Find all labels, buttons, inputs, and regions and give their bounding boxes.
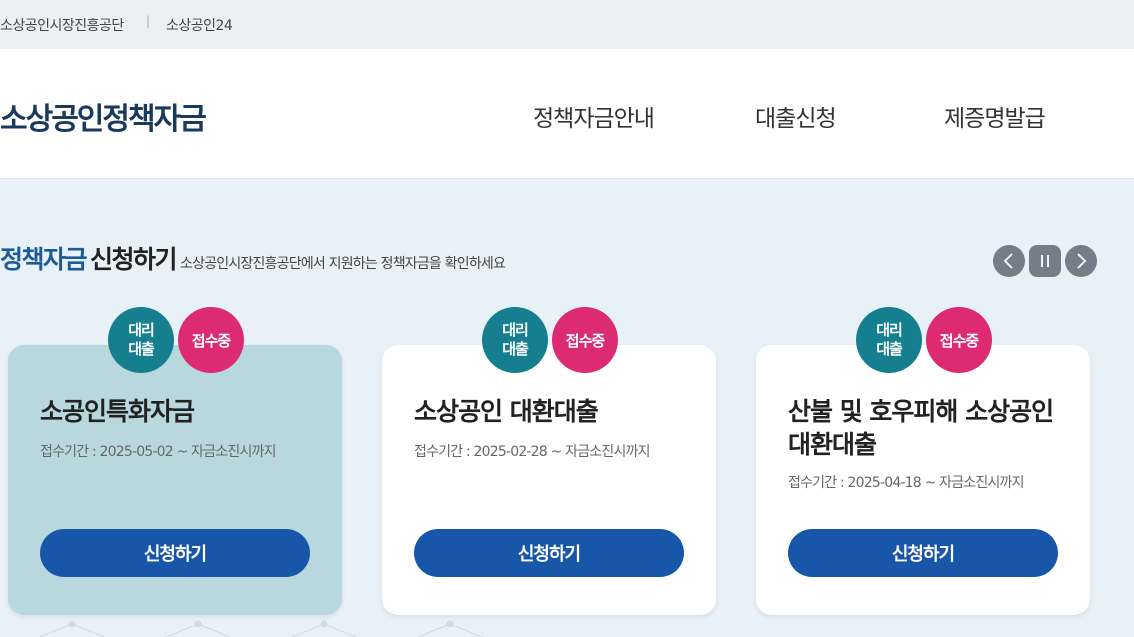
loan-card-period: 접수기간 : 2025-02-28 ~ 자금소진시까지 — [414, 444, 651, 460]
chevron-left-icon — [1003, 253, 1013, 269]
section-heading: 정책자금 신청하기 소상공인시장진흥공단에서 지원하는 정책자금을 확인하세요 — [0, 240, 506, 276]
top-utility-bar: 소상공인시장진흥공단 | 소상공인24 — [0, 0, 1134, 49]
loan-card-period: 접수기간 : 2025-04-18 ~ 자금소진시까지 — [788, 475, 1025, 491]
portal-link[interactable]: 소상공인24 — [166, 15, 233, 35]
org-link[interactable]: 소상공인시장진흥공단 — [0, 15, 124, 35]
section-description: 소상공인시장진흥공단에서 지원하는 정책자금을 확인하세요 — [180, 256, 506, 272]
status-badge: 접수중 — [552, 307, 618, 373]
nav-item-loan-application[interactable]: 대출신청 — [755, 99, 837, 133]
loan-card[interactable]: 소상공인 대환대출 접수기간 : 2025-02-28 ~ 자금소진시까지 신청… — [382, 345, 716, 615]
proxy-loan-badge: 대리 대출 — [482, 307, 548, 373]
apply-button[interactable]: 신청하기 — [40, 529, 310, 577]
proxy-loan-badge: 대리 대출 — [856, 307, 922, 373]
loan-card[interactable]: 소공인특화자금 접수기간 : 2025-05-02 ~ 자금소진시까지 신청하기 — [8, 345, 342, 615]
chevron-right-icon — [1077, 253, 1087, 269]
site-logo[interactable]: 소상공인정책자금 — [0, 94, 207, 138]
status-badge: 접수중 — [178, 307, 244, 373]
loan-card-title: 소공인특화자금 — [40, 397, 195, 426]
status-badge: 접수중 — [926, 307, 992, 373]
loan-card-title: 소상공인 대환대출 — [414, 397, 599, 426]
section-title-rest: 신청하기 — [90, 245, 178, 274]
proxy-loan-badge: 대리 대출 — [108, 307, 174, 373]
loan-card-title: 산불 및 호우피해 소상공인 대환대출 — [788, 397, 1054, 459]
pause-icon — [1041, 255, 1049, 267]
site-header: 소상공인정책자금 정책자금안내 대출신청 제증명발급 — [0, 49, 1134, 179]
apply-button[interactable]: 신청하기 — [788, 529, 1058, 577]
slider-prev-button[interactable] — [993, 245, 1025, 277]
network-pattern-decoration — [39, 620, 483, 637]
section-title-highlight: 정책자금 — [0, 245, 88, 274]
slider-pause-button[interactable] — [1029, 245, 1061, 277]
topbar-separator: | — [146, 14, 151, 28]
nav-item-policy-guide[interactable]: 정책자금안내 — [533, 99, 655, 133]
loan-card-period: 접수기간 : 2025-05-02 ~ 자금소진시까지 — [40, 444, 277, 460]
nav-item-certificates[interactable]: 제증명발급 — [944, 99, 1046, 133]
apply-button[interactable]: 신청하기 — [414, 529, 684, 577]
loan-card[interactable]: 산불 및 호우피해 소상공인 대환대출 접수기간 : 2025-04-18 ~ … — [756, 345, 1090, 615]
slider-next-button[interactable] — [1065, 245, 1097, 277]
